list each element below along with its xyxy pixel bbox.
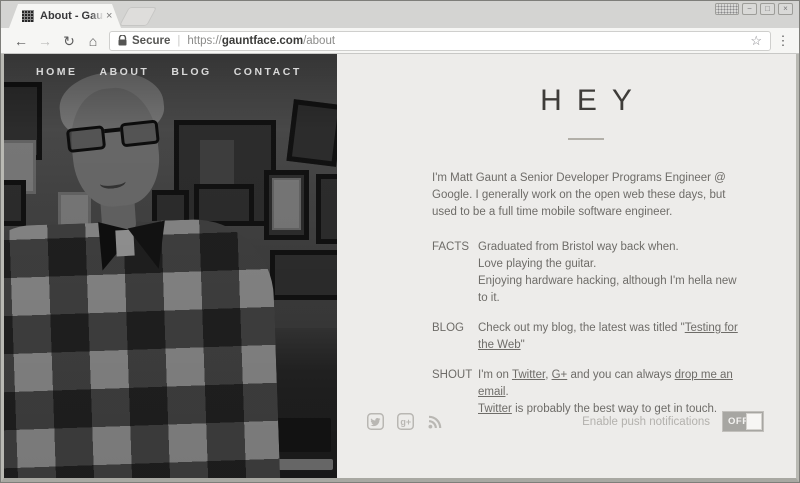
page-viewport: HOME ABOUT BLOG CONTACT HEY I'm Matt Gau… xyxy=(1,54,799,482)
blog-section: BLOG Check out my blog, the latest was t… xyxy=(432,320,740,354)
site-nav: HOME ABOUT BLOG CONTACT xyxy=(36,66,302,78)
browser-tab[interactable]: About - Gaunt Fa × xyxy=(9,4,121,28)
site-favicon-icon xyxy=(22,10,34,22)
nav-blog[interactable]: BLOG xyxy=(171,66,211,78)
back-icon[interactable]: ← xyxy=(9,34,33,48)
blog-text-part: " xyxy=(521,339,525,351)
tab-close-icon[interactable]: × xyxy=(106,11,112,22)
gplus-link[interactable]: G+ xyxy=(552,369,568,381)
nav-contact[interactable]: CONTACT xyxy=(234,66,302,78)
fact-line: Enjoying hardware hacking, although I'm … xyxy=(478,273,740,307)
social-icons: g+ xyxy=(367,413,443,430)
twitter-link[interactable]: Twitter xyxy=(512,369,545,381)
chrome-menu-icon[interactable]: ⋮ xyxy=(773,33,793,49)
close-button[interactable]: × xyxy=(778,3,793,15)
url-host: gauntface.com xyxy=(222,35,303,47)
about-content: HEY I'm Matt Gaunt a Senior Developer Pr… xyxy=(337,54,796,478)
blog-text: Check out my blog, the latest was titled… xyxy=(478,320,740,354)
push-label: Enable push notifications xyxy=(582,416,710,428)
nav-home[interactable]: HOME xyxy=(36,66,78,78)
facts-lines: Graduated from Bristol way back when. Lo… xyxy=(478,239,740,307)
bookmark-star-icon[interactable]: ☆ xyxy=(750,33,762,49)
intro-text: I'm Matt Gaunt a Senior Developer Progra… xyxy=(432,170,740,221)
maximize-button[interactable]: □ xyxy=(760,3,775,15)
fact-line: Love playing the guitar. xyxy=(478,256,740,273)
toggle-knob[interactable] xyxy=(746,413,762,430)
tab-strip: About - Gaunt Fa × − □ × xyxy=(1,1,799,28)
page-footer: g+ Enable push notifications OFF xyxy=(367,411,764,432)
page-title: HEY xyxy=(432,84,740,118)
tab-title: About - Gaunt Fa xyxy=(40,10,104,22)
profile-photo: HOME ABOUT BLOG CONTACT xyxy=(4,54,337,478)
browser-toolbar: ← → ↻ ⌂ Secure | https://gauntface.com/a… xyxy=(1,28,799,54)
push-notifications: Enable push notifications OFF xyxy=(582,411,764,432)
window-controls: − □ × xyxy=(715,3,793,15)
svg-text:g+: g+ xyxy=(400,417,411,427)
rss-icon[interactable] xyxy=(427,414,443,430)
minimize-button[interactable]: − xyxy=(742,3,757,15)
url-path: /about xyxy=(303,35,335,47)
google-plus-icon[interactable]: g+ xyxy=(397,413,414,430)
push-toggle[interactable]: OFF xyxy=(722,411,764,432)
forward-icon[interactable]: → xyxy=(33,34,57,48)
home-icon[interactable]: ⌂ xyxy=(81,34,105,48)
omnibox-divider: | xyxy=(177,35,180,47)
security-label: Secure xyxy=(132,35,170,47)
nav-about[interactable]: ABOUT xyxy=(100,66,150,78)
url-scheme: https:// xyxy=(187,35,222,47)
facts-label: FACTS xyxy=(432,239,478,307)
fact-line: Graduated from Bristol way back when. xyxy=(478,239,740,256)
address-bar[interactable]: Secure | https://gauntface.com/about ☆ xyxy=(109,31,771,51)
blog-text-part: Check out my blog, the latest was titled… xyxy=(478,322,685,334)
new-tab-button[interactable] xyxy=(120,8,155,25)
lock-icon xyxy=(118,35,127,46)
blog-label: BLOG xyxy=(432,320,478,354)
twitter-icon[interactable] xyxy=(367,413,384,430)
window-menu-icon[interactable] xyxy=(715,3,739,15)
browser-window: About - Gaunt Fa × − □ × ← → ↻ ⌂ Secure … xyxy=(0,0,800,483)
facts-section: FACTS Graduated from Bristol way back wh… xyxy=(432,239,740,307)
reload-icon[interactable]: ↻ xyxy=(57,34,81,48)
title-divider xyxy=(568,138,604,140)
